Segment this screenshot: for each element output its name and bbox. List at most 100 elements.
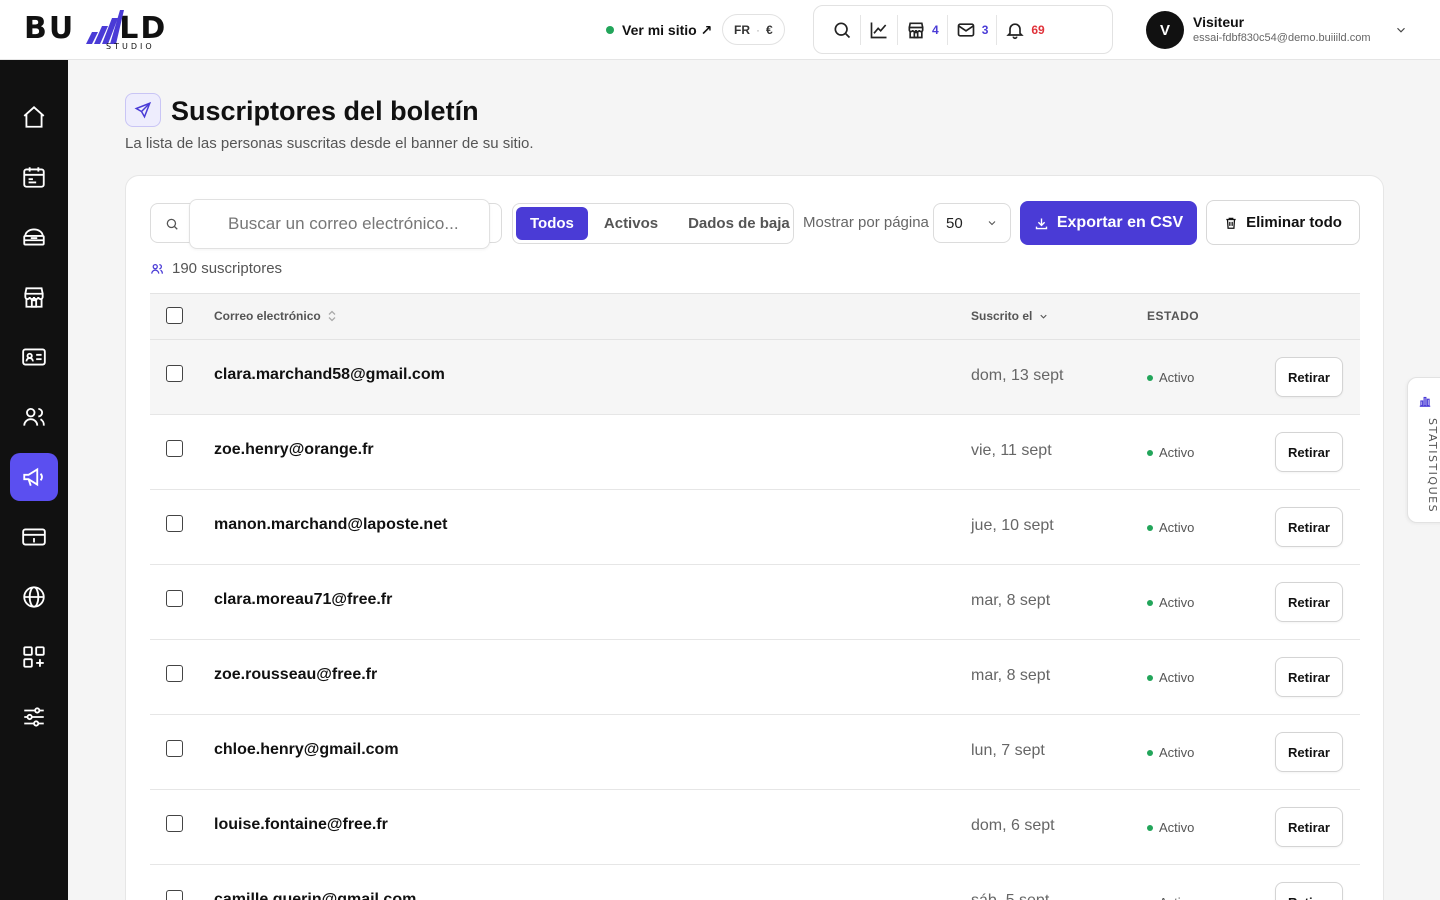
per-page-select[interactable]: 50 (933, 203, 1011, 243)
row-status: Activo (1147, 445, 1194, 460)
view-site-label: Ver mi sitio ↗ (622, 21, 713, 38)
column-email[interactable]: Correo electrónico (214, 309, 337, 323)
export-csv-button[interactable]: Exportar en CSV (1020, 201, 1197, 245)
row-date: dom, 6 sept (971, 817, 1055, 834)
statistics-tab-label: STATISTIQUES (1426, 418, 1439, 514)
row-checkbox[interactable] (166, 365, 183, 382)
analytics-button[interactable] (860, 14, 897, 45)
row-status-label: Activo (1159, 595, 1195, 610)
row-status: Activo (1147, 745, 1194, 760)
search-button[interactable] (824, 15, 860, 45)
row-status-label: Activo (1159, 895, 1194, 900)
sidebar-item-calendar[interactable] (10, 153, 58, 201)
subscribers-table: Correo electrónico Suscrito el ESTADO cl… (150, 293, 1360, 900)
sidebar-item-marketing[interactable] (10, 453, 58, 501)
sidebar-item-contacts[interactable] (10, 333, 58, 381)
shop-button[interactable]: 4 (897, 14, 947, 45)
user-email: essai-fdbf830c54@demo.buiiild.com (1193, 32, 1371, 44)
notifications-button[interactable]: 69 (996, 14, 1052, 45)
subscriber-count: 190 suscriptores (150, 260, 282, 277)
sidebar-item-apps[interactable] (10, 633, 58, 681)
avatar: V (1146, 11, 1184, 49)
row-status-label: Activo (1159, 520, 1195, 535)
column-date[interactable]: Suscrito el (971, 309, 1049, 323)
chart-line-icon (870, 22, 887, 38)
row-status: Activo (1147, 895, 1194, 900)
remove-button[interactable]: Retirar (1275, 507, 1343, 547)
row-status: Activo (1147, 370, 1194, 385)
sidebar-item-services[interactable] (10, 213, 58, 261)
row-checkbox[interactable] (166, 740, 183, 757)
user-menu[interactable]: V Visiteur essai-fdbf830c54@demo.buiiild… (1146, 11, 1405, 49)
sidebar-item-website[interactable] (10, 573, 58, 621)
column-status: ESTADO (1147, 309, 1200, 323)
row-date: dom, 13 sept (971, 367, 1064, 384)
row-checkbox[interactable] (166, 515, 183, 532)
remove-button[interactable]: Retirar (1275, 882, 1343, 900)
row-email: clara.marchand58@gmail.com (214, 366, 445, 383)
sidebar-item-home[interactable] (10, 93, 58, 141)
cabinet-icon (23, 228, 45, 246)
select-all-checkbox[interactable] (166, 307, 183, 324)
remove-button[interactable]: Retirar (1275, 807, 1343, 847)
messages-button[interactable]: 3 (946, 14, 997, 45)
remove-button[interactable]: Retirar (1275, 357, 1343, 397)
row-checkbox[interactable] (166, 815, 183, 832)
export-csv-label: Exportar en CSV (1056, 214, 1184, 231)
row-email: camille.guerin@gmail.com (214, 891, 417, 900)
sidebar-item-shop[interactable] (10, 273, 58, 321)
delete-all-button[interactable]: Eliminar todo (1206, 200, 1360, 245)
row-checkbox[interactable] (166, 440, 183, 457)
sort-icon (328, 310, 336, 322)
row-email: clara.moreau71@free.fr (214, 591, 393, 608)
per-page-label: Mostrar por página (803, 214, 929, 231)
remove-button[interactable]: Retirar (1275, 732, 1343, 772)
user-info: Visiteur essai-fdbf830c54@demo.buiiild.c… (1193, 14, 1383, 46)
language-currency-selector[interactable]: FR · € (722, 14, 785, 45)
row-checkbox[interactable] (166, 665, 183, 682)
users-icon (151, 263, 163, 274)
subscribers-card: Todos Activos Dados de baja Mostrar por … (125, 175, 1384, 900)
remove-button[interactable]: Retirar (1275, 582, 1343, 622)
table-row: clara.marchand58@gmail.com dom, 13 sept Ac… (150, 340, 1360, 415)
table-row: louise.fontaine@free.fr dom, 6 sept Activo… (150, 790, 1360, 865)
filter-all[interactable]: Todos (516, 207, 588, 240)
header-tools: 4 3 69 (813, 5, 1113, 54)
page-subtitle: La lista de las personas suscritas desde… (125, 135, 534, 152)
chevron-down-icon (1040, 314, 1048, 319)
search-icon (834, 22, 851, 38)
row-status-label: Activo (1159, 820, 1195, 835)
chevron-down-icon (1397, 27, 1405, 33)
remove-button[interactable]: Retirar (1275, 657, 1343, 697)
row-date: mar, 8 sept (971, 592, 1051, 609)
status-dot (1147, 449, 1153, 456)
table-row: manon.marchand@laposte.net jue, 10 sept Ac… (150, 490, 1360, 565)
apps-add-icon (23, 646, 45, 668)
statistics-tab[interactable]: STATISTIQUES (1407, 377, 1440, 523)
store-icon (908, 22, 924, 38)
row-email: louise.fontaine@free.fr (214, 816, 388, 833)
user-name: Visiteur (1193, 14, 1245, 30)
row-email: chloe.henry@gmail.com (214, 741, 399, 758)
logo[interactable]: BU LD STUDIO (24, 8, 184, 52)
row-date: jue, 10 sept (971, 517, 1054, 534)
trash-icon (1226, 217, 1236, 229)
sidebar-item-settings[interactable] (10, 693, 58, 741)
search-input[interactable] (189, 199, 490, 249)
row-checkbox[interactable] (166, 590, 183, 607)
row-date: sáb, 5 sept (971, 892, 1049, 900)
subscriber-count-label: 190 suscriptores (172, 260, 283, 277)
sidebar-item-users[interactable] (10, 393, 58, 441)
filter-active[interactable]: Activos (590, 207, 672, 240)
filter-unsubscribed[interactable]: Dados de baja (674, 207, 804, 240)
bell-icon (1006, 22, 1025, 39)
remove-button[interactable]: Retirar (1275, 432, 1343, 472)
row-status-label: Activo (1159, 370, 1195, 385)
sidebar-item-payments[interactable] (10, 513, 58, 561)
view-site-link[interactable]: Ver mi sitio ↗ (606, 18, 712, 42)
row-checkbox[interactable] (166, 890, 183, 900)
paper-plane-icon (134, 101, 152, 119)
row-status: Activo (1147, 595, 1194, 610)
row-email: zoe.henry@orange.fr (214, 441, 374, 458)
row-status: Activo (1147, 670, 1194, 685)
